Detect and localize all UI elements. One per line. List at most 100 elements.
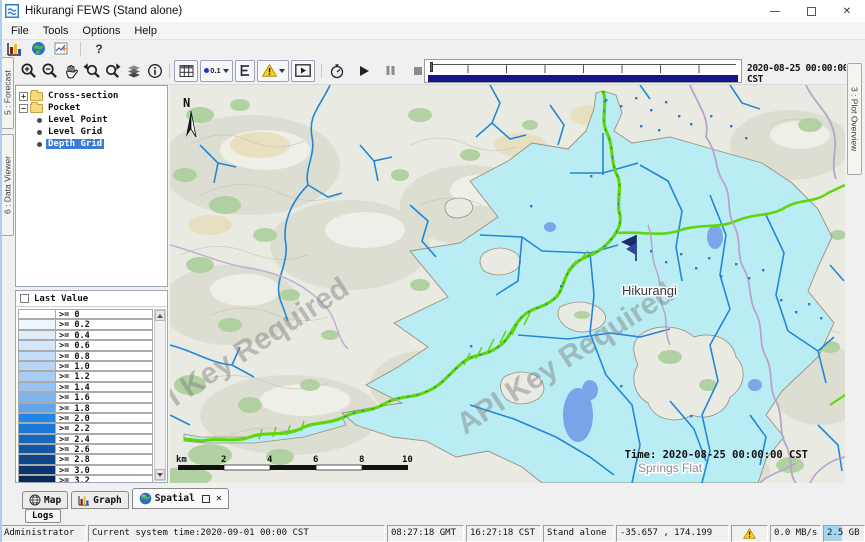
legend-row[interactable]: >= 1.6	[18, 392, 153, 402]
last-value-checkbox[interactable]	[20, 294, 29, 303]
legend-row[interactable]: >= 0.2	[18, 319, 153, 329]
map-panel[interactable]: API Key Required API Key Required Hikura…	[170, 85, 845, 483]
place-label-hikurangi: Hikurangi	[622, 283, 677, 298]
tree-item-pocket[interactable]: Pocket	[18, 102, 165, 114]
tab-data-viewer[interactable]: 6 : Data Viewer	[1, 134, 14, 236]
legend-row[interactable]: >= 0.6	[18, 340, 153, 350]
status-warning-cell[interactable]	[731, 525, 768, 542]
legend-row[interactable]: >= 2.6	[18, 444, 153, 454]
legend-row[interactable]: >= 2.2	[18, 423, 153, 433]
legend-row[interactable]: >= 1.0	[18, 361, 153, 371]
legend-row[interactable]: >= 0.8	[18, 351, 153, 361]
status-mode: Stand alone	[543, 525, 614, 542]
timeline-slider[interactable]	[424, 59, 742, 83]
timeseries-dialog-button[interactable]	[52, 41, 72, 57]
legend-row[interactable]: >= 0.4	[18, 330, 153, 340]
tree-item-label-selected: Depth Grid	[46, 139, 104, 149]
spatial-globe-icon	[139, 492, 152, 505]
collapse-icon[interactable]	[19, 104, 28, 113]
pause-button[interactable]	[380, 60, 401, 82]
play-button[interactable]	[353, 60, 374, 82]
legend-row[interactable]: >= 1.4	[18, 382, 153, 392]
menu-item[interactable]: File	[4, 24, 36, 38]
legend-row[interactable]: >= 2.8	[18, 454, 153, 464]
logs-row: Logs	[0, 509, 865, 525]
window-title: Hikurangi FEWS (Stand alone)	[25, 5, 182, 17]
legend-row[interactable]: >= 1.8	[18, 403, 153, 413]
scroll-up-button[interactable]	[155, 310, 165, 321]
zoom-next-button[interactable]	[102, 60, 123, 82]
legend-row[interactable]: >= 2.4	[18, 434, 153, 444]
tree-item-label: Level Grid	[46, 127, 104, 137]
stopwatch-icon	[329, 63, 345, 79]
animation-dialog-toggle[interactable]	[291, 60, 315, 82]
tree-item-cross-section[interactable]: Cross-section	[18, 90, 165, 102]
threshold-dot-icon	[204, 68, 209, 73]
tab-plot-overview[interactable]: 3 : Plot Overview	[847, 63, 862, 175]
layers-button[interactable]	[123, 60, 144, 82]
longitudinal-profile-toggle[interactable]	[235, 60, 255, 82]
zoom-out-icon	[41, 62, 58, 79]
scale-tick: 4	[267, 455, 273, 465]
animation-speed-button[interactable]	[326, 60, 347, 82]
pan-button[interactable]	[60, 60, 81, 82]
menu-item[interactable]: Help	[127, 24, 164, 38]
close-panel-icon[interactable]	[213, 493, 222, 504]
timeline-handle[interactable]	[430, 62, 433, 72]
zoom-previous-button[interactable]	[81, 60, 102, 82]
folder-icon	[30, 104, 43, 113]
timeline-date-label: 2020-08-25 00:00:00 CST	[747, 63, 862, 85]
legend-color-swatch	[18, 413, 56, 423]
restore-panel-icon[interactable]	[202, 495, 210, 503]
legend-row[interactable]: >= 0	[18, 309, 153, 319]
tab-data-viewer-label: 6 : Data Viewer	[3, 156, 13, 214]
timeline-range-bar	[428, 75, 738, 82]
triangle-down-icon	[157, 473, 163, 477]
zoom-in-button[interactable]	[18, 60, 39, 82]
grid-icon	[179, 64, 194, 78]
tab-spatial[interactable]: Spatial	[132, 488, 229, 509]
maximize-button[interactable]	[793, 0, 829, 22]
scroll-down-button[interactable]	[155, 469, 165, 480]
menu-item[interactable]: Options	[75, 24, 127, 38]
node-bullet-icon	[37, 118, 42, 123]
layer-tree-panel: Cross-section Pocket Level Point Level G…	[15, 85, 168, 287]
map-canvas[interactable]: API Key Required API Key Required Hikura…	[170, 85, 845, 483]
legend-row-label: >= 0.6	[56, 340, 153, 350]
legend-row-label: >= 2.2	[56, 423, 153, 433]
map-display-button[interactable]	[28, 41, 48, 57]
legend-scrollbar[interactable]	[154, 309, 166, 481]
tree-item-level-point[interactable]: Level Point	[18, 114, 165, 126]
expand-icon[interactable]	[19, 92, 28, 101]
tree-item-level-grid[interactable]: Level Grid	[18, 126, 165, 138]
legend-row[interactable]: >= 2.0	[18, 413, 153, 423]
app-logo-icon	[5, 4, 19, 18]
layers-icon	[126, 63, 142, 79]
status-bar: Administrator Current system time:2020-0…	[0, 525, 865, 542]
tab-map[interactable]: Map	[22, 491, 68, 509]
tab-graph[interactable]: Graph	[71, 491, 129, 509]
thresholds-dropdown[interactable]	[257, 60, 289, 82]
legend-color-swatch	[18, 330, 56, 340]
menu-item[interactable]: Tools	[36, 24, 76, 38]
tree-item-depth-grid[interactable]: Depth Grid	[18, 138, 165, 150]
close-button[interactable]	[829, 0, 865, 22]
database-explorer-button[interactable]	[4, 41, 24, 57]
minimize-button[interactable]	[757, 0, 793, 22]
help-button[interactable]: ?	[89, 41, 109, 57]
legend-row[interactable]: >= 3.0	[18, 465, 153, 475]
legend-row[interactable]: >= 3.2	[18, 475, 153, 482]
legend-row-label: >= 2.6	[56, 444, 153, 454]
logs-button[interactable]: Logs	[25, 509, 61, 523]
legend-row-label: >= 2.4	[56, 434, 153, 444]
last-value-label: Last Value	[34, 294, 88, 304]
map-globe-icon	[29, 494, 41, 506]
tab-forecast[interactable]: 5 : Forecast	[1, 57, 14, 129]
legend-row-label: >= 1.2	[56, 371, 153, 381]
legend-row[interactable]: >= 1.2	[18, 371, 153, 381]
grid-display-toggle[interactable]	[174, 60, 198, 82]
info-button[interactable]	[144, 60, 165, 82]
legend-row-label: >= 0.4	[56, 330, 153, 340]
zoom-out-button[interactable]	[39, 60, 60, 82]
class-break-threshold-dropdown[interactable]: 0.1	[200, 60, 233, 82]
